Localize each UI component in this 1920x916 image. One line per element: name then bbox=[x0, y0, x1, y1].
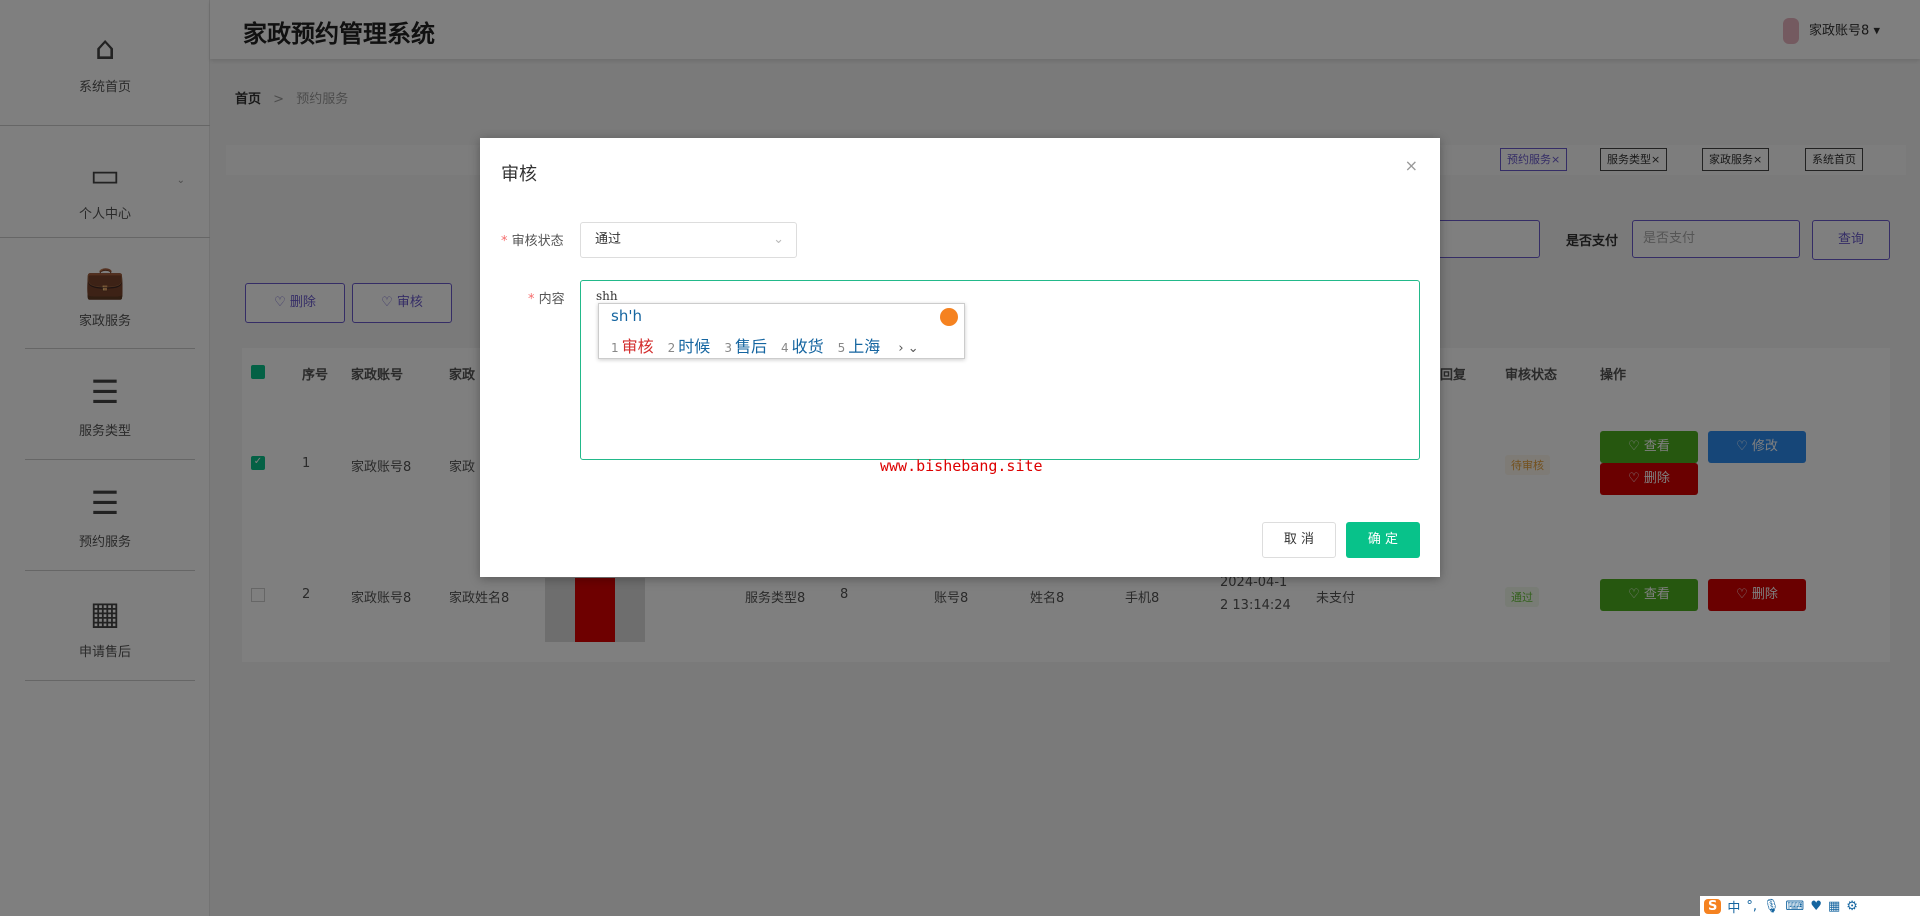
dialog-title: 审核 bbox=[501, 164, 537, 185]
keyboard-icon[interactable]: ⌨ bbox=[1786, 899, 1805, 914]
mic-icon[interactable]: 🎙 bbox=[1763, 899, 1780, 914]
ime-candidates: 1 审核 2 时候 3 售后 4 收货 5 上海 › ⌄ bbox=[611, 333, 919, 357]
status-select[interactable]: 通过 ⌄ bbox=[580, 222, 797, 258]
content-label: 内容 bbox=[538, 292, 565, 307]
watermark: www.bishebang.site bbox=[880, 457, 1043, 475]
ime-composition: sh'h bbox=[611, 307, 642, 325]
ime-candidate[interactable]: 1 审核 bbox=[611, 333, 654, 357]
confirm-button[interactable]: 确 定 bbox=[1346, 522, 1420, 558]
settings-icon[interactable]: ⚙ bbox=[1846, 899, 1858, 914]
status-label: 审核状态 bbox=[511, 234, 564, 249]
ime-candidate-popup: sh'h 1 审核 2 时候 3 售后 4 收货 5 上海 › ⌄ bbox=[598, 303, 965, 359]
ime-next-icon[interactable]: › ⌄ bbox=[898, 341, 918, 356]
ime-candidate[interactable]: 4 收货 bbox=[781, 333, 824, 357]
sogou-logo-icon[interactable]: S bbox=[1704, 898, 1722, 914]
ime-logo-icon bbox=[940, 308, 958, 326]
ime-toolbar: S 中 °, 🎙 ⌨ ♥ ▦ ⚙ bbox=[1700, 896, 1920, 916]
cancel-button[interactable]: 取 消 bbox=[1262, 522, 1336, 558]
skin-icon[interactable]: ♥ bbox=[1810, 899, 1822, 914]
ime-candidate[interactable]: 2 时候 bbox=[668, 333, 711, 357]
close-icon[interactable]: × bbox=[1405, 156, 1418, 175]
chevron-down-icon: ⌄ bbox=[773, 232, 784, 247]
ime-candidate[interactable]: 3 售后 bbox=[724, 333, 767, 357]
audit-dialog: 审核 × * 审核状态 通过 ⌄ * 内容 shh sh'h 1 审核 2 时候 3 售后 4… bbox=[480, 138, 1440, 577]
grid-icon[interactable]: ▦ bbox=[1828, 899, 1840, 914]
ime-punct-toggle[interactable]: °, bbox=[1746, 899, 1757, 914]
ime-candidate[interactable]: 5 上海 bbox=[838, 333, 881, 357]
ime-lang-toggle[interactable]: 中 bbox=[1727, 897, 1740, 916]
